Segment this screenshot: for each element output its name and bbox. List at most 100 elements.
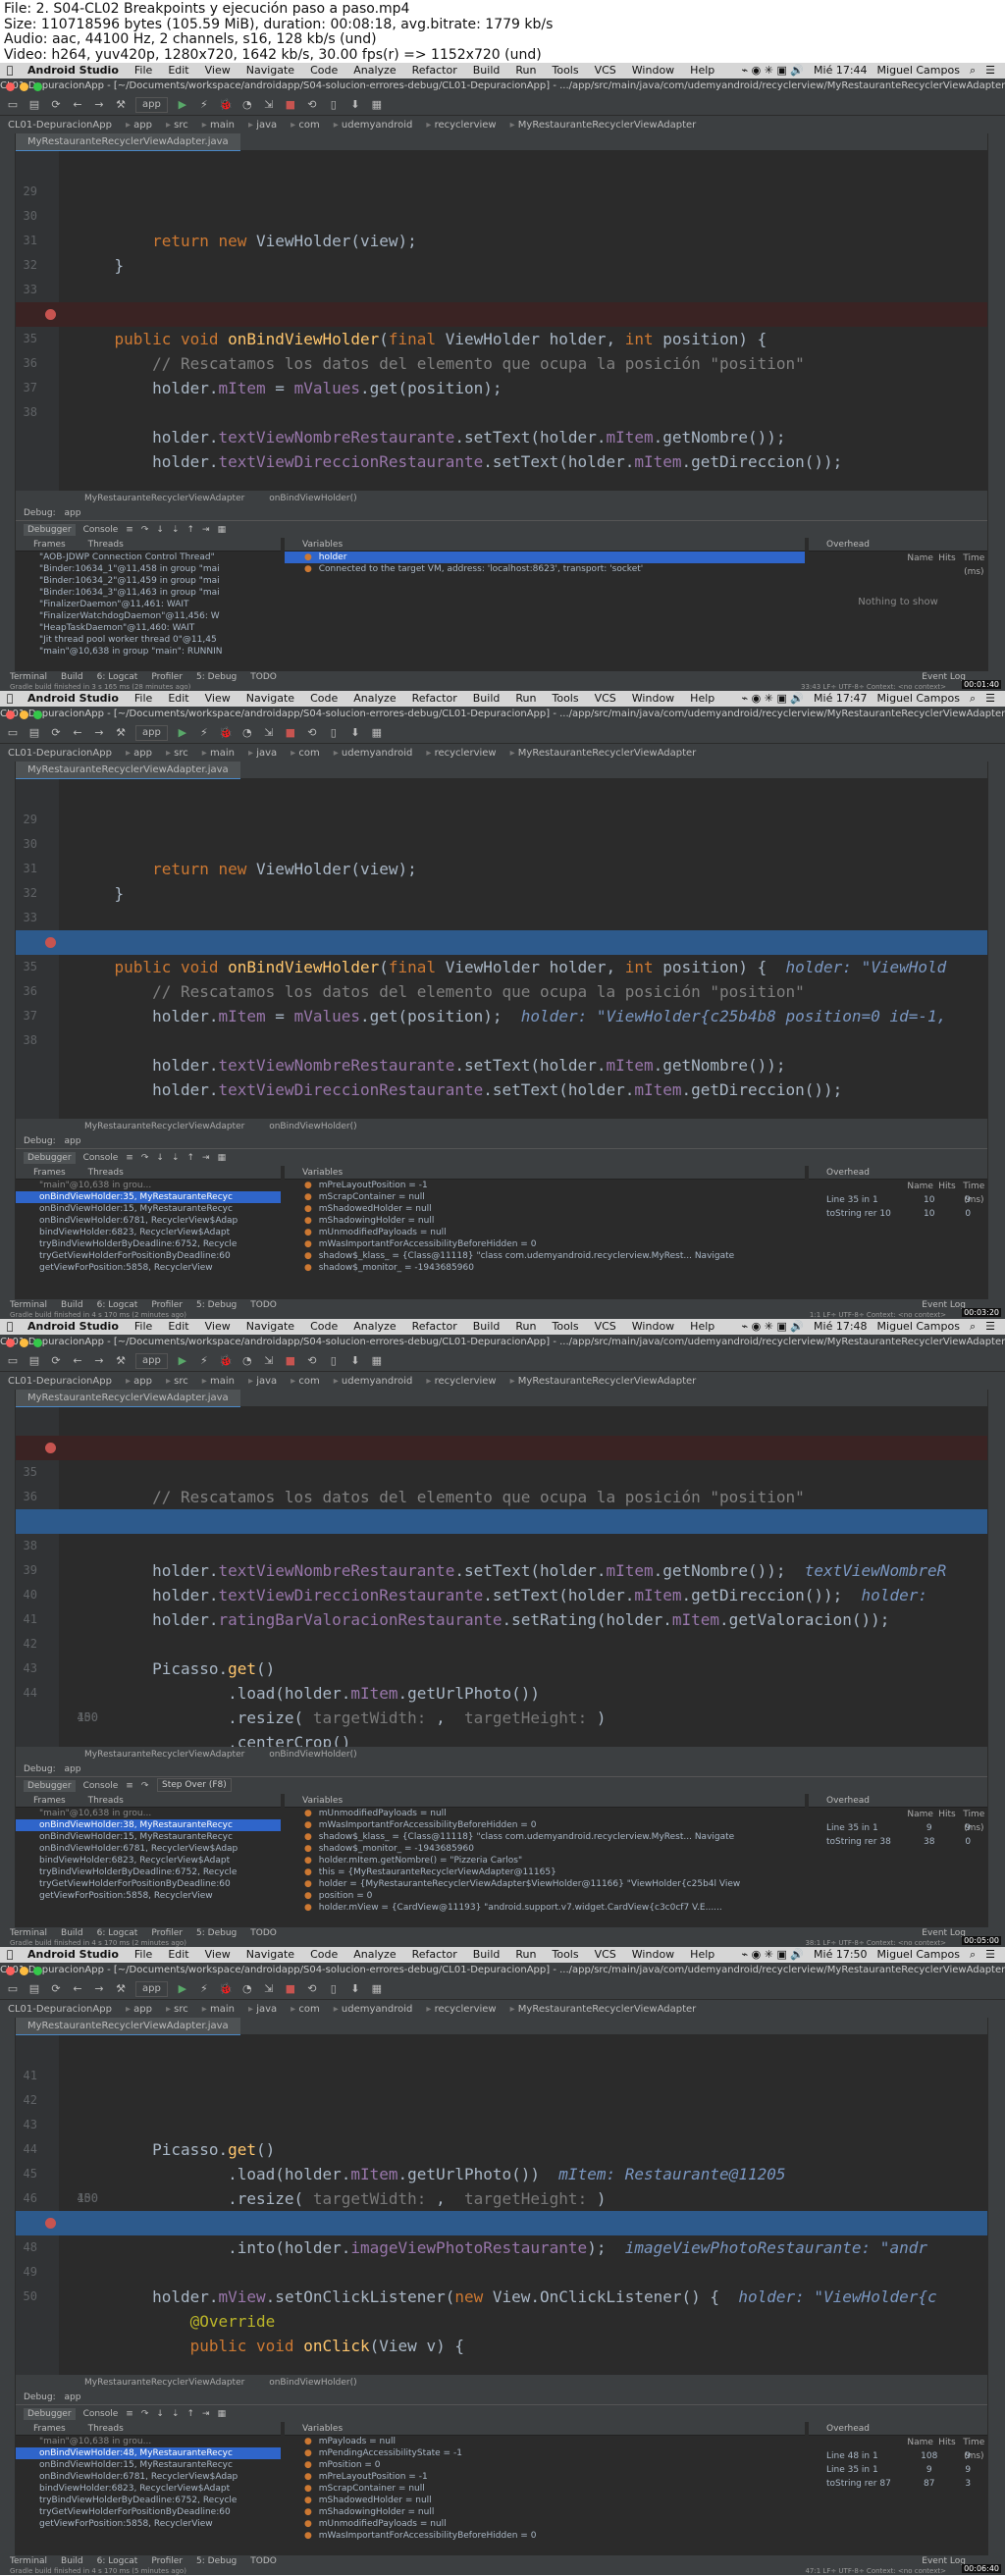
close-window-icon[interactable]	[6, 1967, 15, 1975]
nav-crumb[interactable]: com	[291, 120, 319, 131]
step-over-icon[interactable]: ↷	[141, 1781, 149, 1791]
code-line[interactable]: 46 .into(holder.imageViewPhotoRestaurant…	[16, 2162, 987, 2257]
variable-row[interactable]: ● mShadowingHolder = null	[285, 1215, 805, 1227]
overhead-row[interactable]: Line 48 in 1 108 9	[809, 2449, 987, 2463]
stack-frame[interactable]: getViewForPosition:5858, RecyclerView	[16, 2518, 281, 2530]
menu-item[interactable]: Tools	[544, 1319, 586, 1335]
nav-crumb[interactable]: CL01-DepuracionApp	[8, 1376, 112, 1387]
code-line[interactable]: 41	[16, 2039, 987, 2082]
open-folder-icon[interactable]: ▭	[6, 1982, 20, 1996]
step-out-icon[interactable]: ↑	[186, 2409, 194, 2419]
apple-icon[interactable]: 	[0, 1319, 20, 1335]
run-to-cursor-icon[interactable]: ⇥	[202, 2409, 210, 2419]
search-icon[interactable]: ⌕	[970, 691, 976, 707]
code-line[interactable]: 31	[16, 832, 987, 875]
stack-frame[interactable]: tryGetViewHolderForPositionByDeadline:60	[16, 1878, 281, 1890]
variable-row[interactable]: ● holder = {MyRestauranteRecyclerViewAda…	[285, 1878, 805, 1890]
tab-debugger[interactable]: Debugger	[24, 1151, 76, 1164]
editor-tab[interactable]: MyRestauranteRecyclerViewAdapter.java	[16, 1390, 240, 1408]
profile-icon[interactable]: ◔	[240, 98, 254, 112]
code-line[interactable]: 40	[16, 1558, 987, 1602]
menu-item[interactable]: Window	[624, 691, 682, 707]
code-line[interactable]: 43 .resize( targetWidth: 400, targetHeig…	[16, 1632, 987, 1727]
step-into-icon[interactable]: ↓	[156, 525, 164, 535]
run-config-select[interactable]: app	[135, 724, 168, 741]
stack-frame[interactable]: onBindViewHolder:15, MyRestauranteRecyc	[16, 1831, 281, 1843]
menu-item[interactable]: Build	[465, 63, 508, 79]
frames-label[interactable]: Frames	[33, 1796, 66, 1806]
stack-frame[interactable]: onBindViewHolder:6781, RecyclerView$Adap	[16, 1843, 281, 1855]
nav-crumb[interactable]: CL01-DepuracionApp	[8, 120, 112, 131]
apply-changes-icon[interactable]: ⚡	[197, 98, 211, 112]
back-icon[interactable]: ←	[71, 98, 84, 112]
menu-item[interactable]: View	[197, 1947, 238, 1963]
project-structure-icon[interactable]: ▦	[370, 1982, 384, 1996]
stack-frame[interactable]: getViewForPosition:5858, RecyclerView	[16, 1890, 281, 1902]
stack-frame[interactable]: bindViewHolder:6823, RecyclerView$Adapt	[16, 1227, 281, 1238]
nav-crumb[interactable]: java	[248, 748, 277, 759]
tool-window-button[interactable]: 5: Debug	[196, 1299, 237, 1311]
nav-crumb[interactable]: java	[248, 120, 277, 131]
nav-crumb[interactable]: MyRestauranteRecyclerViewAdapter	[510, 1376, 696, 1387]
menu-item[interactable]: Tools	[544, 691, 586, 707]
breakpoint-icon[interactable]	[45, 309, 56, 320]
breadcrumb-class[interactable]: MyRestauranteRecyclerViewAdapter	[84, 494, 244, 503]
attach-debugger-icon[interactable]: ⇲	[262, 726, 276, 740]
variable-row[interactable]: ● mPreLayoutPosition = -1	[285, 1180, 805, 1191]
stack-frame[interactable]: onBindViewHolder:35, MyRestauranteRecyc	[16, 1191, 281, 1203]
breadcrumb-method[interactable]: onBindViewHolder()	[269, 1750, 356, 1760]
nav-crumb[interactable]: recyclerview	[426, 1376, 497, 1387]
threads-label[interactable]: Threads	[88, 540, 124, 550]
tool-window-button[interactable]: 6: Logcat	[97, 1927, 138, 1939]
code-line[interactable]: 50 public void onClick(View v) {	[16, 2260, 987, 2355]
tool-window-button[interactable]: Terminal	[10, 1927, 47, 1939]
menu-item[interactable]: Refactor	[404, 1319, 465, 1335]
code-line[interactable]: 31	[16, 204, 987, 247]
sync-icon[interactable]: ⟳	[49, 1982, 63, 1996]
show-execution-point-icon[interactable]: ≡	[126, 2409, 133, 2419]
stack-frame[interactable]: onBindViewHolder:38, MyRestauranteRecyc	[16, 1819, 281, 1831]
gradle-sync-icon[interactable]: ⟲	[305, 98, 319, 112]
zoom-window-icon[interactable]	[33, 710, 42, 719]
menu-item[interactable]: Code	[302, 691, 345, 707]
code-line[interactable]: 42 Picasso.get()	[16, 2064, 987, 2159]
menu-item[interactable]: Edit	[160, 1947, 196, 1963]
code-line[interactable]: 43 .load(holder.mItem.getUrlPhoto()) mIt…	[16, 2088, 987, 2183]
sdk-manager-icon[interactable]: ⬇	[348, 98, 362, 112]
attach-debugger-icon[interactable]: ⇲	[262, 1354, 276, 1368]
forward-icon[interactable]: →	[92, 1354, 106, 1368]
variable-row[interactable]: ● Connected to the target VM, address: '…	[285, 563, 805, 575]
menu-item[interactable]: Build	[465, 691, 508, 707]
nav-crumb[interactable]: src	[166, 1376, 188, 1387]
nav-crumb[interactable]: main	[202, 120, 235, 131]
code-editor[interactable]: 34 // Rescatamos los datos del elemento …	[16, 1407, 987, 1747]
sdk-manager-icon[interactable]: ⬇	[348, 726, 362, 740]
profile-icon[interactable]: ◔	[240, 1354, 254, 1368]
tool-window-button[interactable]: 5: Debug	[196, 2555, 237, 2567]
tool-window-button[interactable]: Build	[61, 1927, 83, 1939]
stack-frame[interactable]: bindViewHolder:6823, RecyclerView$Adapt	[16, 1855, 281, 1866]
tool-window-button[interactable]: TODO	[250, 1299, 277, 1311]
minimize-window-icon[interactable]	[20, 1339, 28, 1347]
tool-window-button[interactable]: 6: Logcat	[97, 2555, 138, 2567]
overhead-row[interactable]: toString rer 10 10 0	[809, 1207, 987, 1221]
sdk-manager-icon[interactable]: ⬇	[348, 1354, 362, 1368]
tool-window-button[interactable]: Build	[61, 2555, 83, 2567]
menu-item[interactable]: Analyze	[345, 691, 403, 707]
nav-crumb[interactable]: com	[291, 2004, 319, 2015]
menu-item[interactable]: Code	[302, 63, 345, 79]
nav-crumb[interactable]: udemyandroid	[334, 748, 412, 759]
menu-app[interactable]: Android Studio	[20, 1319, 127, 1335]
menu-item[interactable]: Analyze	[345, 1319, 403, 1335]
stack-frame[interactable]: "main"@10,638 in group "main": RUNNIN	[16, 646, 281, 657]
menu-item[interactable]: File	[127, 63, 160, 79]
force-step-into-icon[interactable]: ⇣	[172, 525, 180, 535]
code-line[interactable]: 29 return new ViewHolder(view);	[16, 783, 987, 878]
overhead-row[interactable]: Line 35 in 1 9 9	[809, 2463, 987, 2477]
menu-item[interactable]: Window	[624, 63, 682, 79]
list-icon[interactable]: ☰	[985, 63, 995, 79]
stack-frame[interactable]: "FinalizerDaemon"@11,461: WAIT	[16, 599, 281, 610]
attach-debugger-icon[interactable]: ⇲	[262, 98, 276, 112]
threads-label[interactable]: Threads	[88, 1796, 124, 1806]
nav-crumb[interactable]: app	[126, 1376, 152, 1387]
